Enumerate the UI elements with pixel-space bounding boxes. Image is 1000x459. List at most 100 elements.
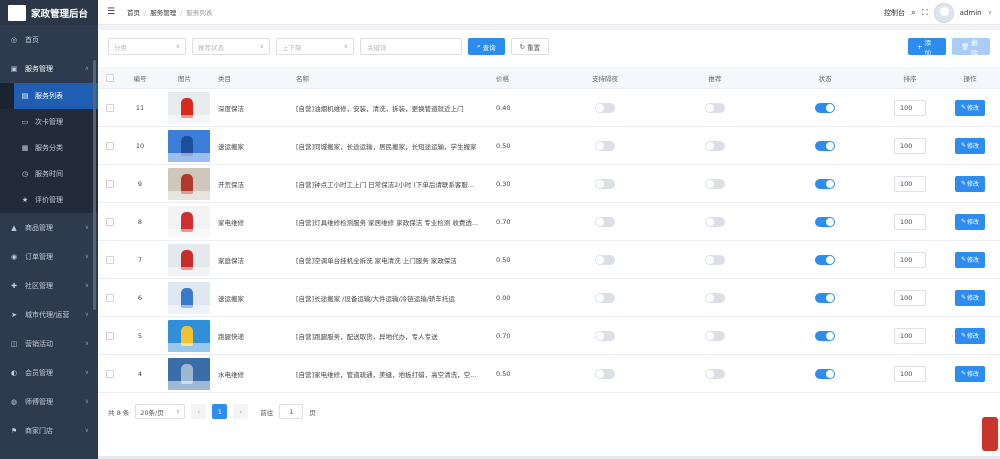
status-toggle[interactable] [815, 140, 835, 151]
sidebar-item-stores[interactable]: ⚑ 商家门店 ∨ [0, 416, 98, 445]
sort-input[interactable]: 100 [894, 251, 926, 268]
page-jump-input[interactable]: 1 [279, 404, 304, 419]
sort-input[interactable]: 100 [894, 175, 926, 192]
recommend-toggle[interactable] [705, 102, 725, 113]
sort-input[interactable]: 100 [894, 137, 926, 154]
row-checkbox[interactable] [106, 179, 114, 188]
edit-button[interactable]: ✎ 修改 [955, 213, 985, 230]
recommend-toggle[interactable] [705, 140, 725, 151]
sidebar-subitem-1[interactable]: ▭ 次卡管理 [0, 109, 98, 135]
night-toggle[interactable] [595, 254, 615, 265]
status-toggle[interactable] [815, 330, 835, 341]
recommend-toggle[interactable] [705, 368, 725, 379]
row-checkbox[interactable] [106, 217, 114, 226]
edit-button[interactable]: ✎ 修改 [955, 365, 985, 382]
avatar[interactable] [933, 2, 954, 23]
row-checkbox[interactable] [106, 331, 114, 340]
sidebar-item-members[interactable]: ◐ 会员管理 ∨ [0, 358, 98, 387]
night-toggle[interactable] [595, 178, 615, 189]
sidebar-subitem-4[interactable]: ★ 评价管理 [0, 187, 98, 213]
service-thumbnail[interactable] [168, 243, 210, 276]
night-toggle[interactable] [595, 216, 615, 227]
sidebar-item-agent[interactable]: ➤ 城市代理/运营 ∨ [0, 300, 98, 329]
chevron-down-icon[interactable]: ∨ [988, 9, 992, 16]
sort-input[interactable]: 100 [894, 213, 926, 230]
thumbnail-band [168, 228, 210, 238]
recommend-select-label: 推荐状态 [198, 43, 224, 52]
status-toggle[interactable] [815, 178, 835, 189]
search-icon[interactable]: ⌕ [911, 8, 916, 18]
service-thumbnail[interactable] [168, 129, 210, 162]
row-checkbox[interactable] [106, 103, 114, 112]
status-toggle[interactable] [815, 292, 835, 303]
delete-button[interactable]: 🗑 删除 [952, 38, 990, 57]
edit-button[interactable]: ✎ 修改 [955, 251, 985, 268]
add-button[interactable]: + 添加 [908, 38, 946, 57]
page-size-select[interactable]: 20条/页 ∨ [135, 404, 186, 419]
sidebar-scrollbar[interactable] [93, 60, 96, 310]
row-checkbox[interactable] [106, 369, 114, 378]
row-checkbox[interactable] [106, 255, 114, 264]
sort-input[interactable]: 100 [894, 289, 926, 306]
sort-input[interactable]: 100 [894, 365, 926, 382]
page-current[interactable]: 1 [212, 404, 228, 419]
select-all-checkbox[interactable] [106, 73, 114, 82]
sidebar-subitem-3[interactable]: ◷ 服务时间 [0, 161, 98, 187]
service-thumbnail[interactable] [168, 205, 210, 238]
floating-badge[interactable] [982, 417, 998, 451]
sidebar-item-service[interactable]: ▣ 服务管理 ∧ [0, 54, 98, 83]
edit-button[interactable]: ✎ 修改 [955, 99, 985, 116]
sort-input[interactable]: 100 [894, 327, 926, 344]
sidebar-item-orders[interactable]: ◉ 订单管理 ∨ [0, 242, 98, 271]
next-page-button[interactable]: › [233, 404, 249, 419]
breadcrumb-home[interactable]: 首页 [127, 9, 140, 17]
prev-page-button[interactable]: ‹ [191, 404, 207, 419]
status-toggle[interactable] [815, 254, 835, 265]
keyword-input[interactable]: 关键词 [360, 38, 462, 55]
sidebar-item-dashboard[interactable]: ◎ 首页 [0, 25, 98, 54]
service-thumbnail[interactable] [168, 319, 210, 352]
night-toggle[interactable] [595, 292, 615, 303]
menu-fold-icon[interactable]: ☰ [107, 7, 117, 17]
category-select[interactable]: 分类 ∨ [108, 38, 186, 55]
service-thumbnail[interactable] [168, 167, 210, 200]
status-toggle[interactable] [815, 216, 835, 227]
recommend-toggle[interactable] [705, 178, 725, 189]
shelf-select[interactable]: 上下架 ∨ [276, 38, 354, 55]
status-toggle[interactable] [815, 102, 835, 113]
status-toggle[interactable] [815, 368, 835, 379]
stores-icon: ⚑ [10, 426, 18, 435]
night-toggle[interactable] [595, 330, 615, 341]
console-link[interactable]: 控制台 [884, 8, 905, 18]
row-checkbox[interactable] [106, 293, 114, 302]
recommend-toggle[interactable] [705, 330, 725, 341]
sidebar-subitem-2[interactable]: ▦ 服务分类 [0, 135, 98, 161]
breadcrumb-service[interactable]: 服务管理 [150, 9, 176, 17]
sidebar-item-marketing[interactable]: ◫ 营销活动 ∨ [0, 329, 98, 358]
row-checkbox[interactable] [106, 141, 114, 150]
night-toggle[interactable] [595, 140, 615, 151]
edit-button[interactable]: ✎ 修改 [955, 289, 985, 306]
service-thumbnail[interactable] [168, 357, 210, 390]
sidebar-subitem-0[interactable]: ▤ 服务列表 [0, 83, 98, 109]
fullscreen-icon[interactable]: ⛶ [922, 8, 928, 18]
sidebar-item-masters[interactable]: ◍ 师傅管理 ∨ [0, 387, 98, 416]
service-thumbnail[interactable] [168, 91, 210, 124]
recommend-toggle[interactable] [705, 216, 725, 227]
recommend-toggle[interactable] [705, 292, 725, 303]
sidebar-item-community[interactable]: ✚ 社区管理 ∨ [0, 271, 98, 300]
user-name[interactable]: admin [960, 9, 982, 17]
sort-input[interactable]: 100 [894, 99, 926, 116]
recommend-toggle[interactable] [705, 254, 725, 265]
night-toggle[interactable] [595, 102, 615, 113]
edit-button[interactable]: ✎ 修改 [955, 327, 985, 344]
edit-button[interactable]: ✎ 修改 [955, 137, 985, 154]
service-thumbnail[interactable] [168, 281, 210, 314]
edit-button[interactable]: ✎ 修改 [955, 175, 985, 192]
row-name: [自营]油烟机维修，安装，清洗，拆装，更换管道就近上门 [296, 104, 464, 113]
reset-button[interactable]: ↻ 重置 [510, 38, 550, 55]
recommend-select[interactable]: 推荐状态 ∨ [192, 38, 270, 55]
night-toggle[interactable] [595, 368, 615, 379]
search-button[interactable]: ⌕ 查询 [468, 38, 505, 55]
sidebar-item-goods[interactable]: ▲ 商品管理 ∨ [0, 213, 98, 242]
